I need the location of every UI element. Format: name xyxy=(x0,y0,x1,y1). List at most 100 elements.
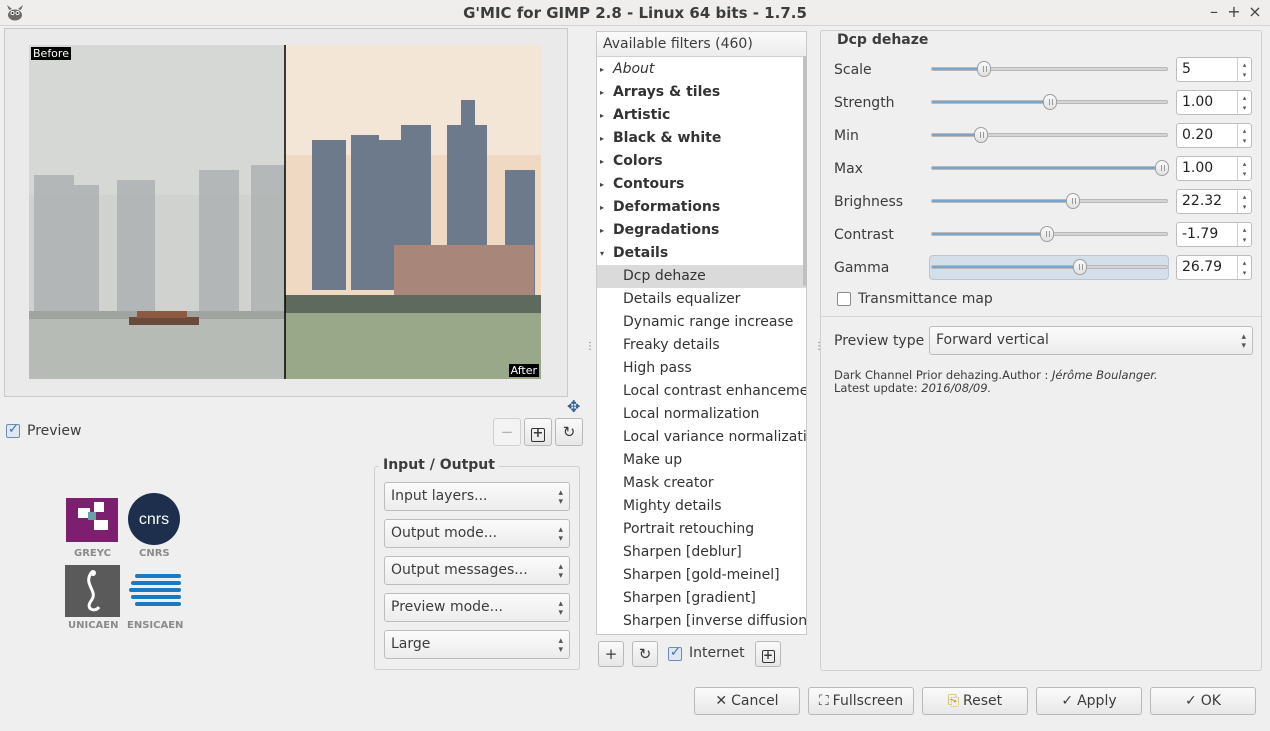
param-slider[interactable] xyxy=(931,61,1168,77)
preview-type-combo[interactable]: Forward vertical ▴ ▾ xyxy=(929,326,1253,355)
filter-category[interactable]: ▸ Contours xyxy=(597,173,806,196)
output-mode-combo[interactable]: Output mode... ▴ ▾ xyxy=(384,519,570,548)
preview-image[interactable]: Before After xyxy=(29,45,541,379)
param-spinbox[interactable]: 1.00 ▴ ▾ xyxy=(1176,90,1252,115)
input-layers-combo[interactable]: Input layers... ▴ ▾ xyxy=(384,482,570,511)
filter-item[interactable]: High pass xyxy=(597,357,806,380)
slider-handle[interactable] xyxy=(1042,94,1057,110)
param-slider[interactable] xyxy=(931,94,1168,110)
preview-checkbox[interactable] xyxy=(6,422,20,438)
collapsed-arrow-icon[interactable]: ▸ xyxy=(600,219,604,242)
spin-arrows-icon[interactable]: ▴ ▾ xyxy=(1237,58,1251,81)
param-label: Brighness xyxy=(834,194,904,210)
add-favorite-button[interactable]: + xyxy=(598,641,624,667)
filter-category[interactable]: ▸ Black & white xyxy=(597,127,806,150)
transmittance-map-checkbox[interactable] xyxy=(837,292,851,306)
filter-tree-scrollbar[interactable] xyxy=(803,56,807,286)
preview-size-combo[interactable]: Large ▴ ▾ xyxy=(384,630,570,659)
filter-tree[interactable]: Available filters (460) ▸ About ▸ Arrays & … xyxy=(596,31,807,635)
param-slider[interactable] xyxy=(931,127,1168,143)
spin-arrows-icon[interactable]: ▴ ▾ xyxy=(1237,157,1251,180)
collapsed-arrow-icon[interactable]: ▸ xyxy=(600,58,604,81)
slider-handle[interactable] xyxy=(1040,226,1055,242)
spin-arrows-icon[interactable]: ▴ ▾ xyxy=(1237,223,1251,246)
apply-button[interactable]: ✓ Apply xyxy=(1036,687,1142,715)
internet-checkbox[interactable] xyxy=(668,645,682,661)
param-spinbox[interactable]: 22.32 ▴ ▾ xyxy=(1176,189,1252,214)
param-spinbox[interactable]: 5 ▴ ▾ xyxy=(1176,57,1252,82)
param-spinbox[interactable]: 26.79 ▴ ▾ xyxy=(1176,255,1252,280)
left-splitter-handle[interactable]: ⋮ xyxy=(585,342,595,352)
ok-button[interactable]: ✓ OK xyxy=(1150,687,1256,715)
zoom-fit-button[interactable]: + xyxy=(524,418,552,446)
move-cross-icon[interactable]: ✥ xyxy=(567,397,580,416)
filter-item[interactable]: Mask creator xyxy=(597,472,806,495)
filter-item[interactable]: Sharpen [gold-meinel] xyxy=(597,564,806,587)
slider-handle[interactable] xyxy=(974,127,989,143)
filter-label: Arrays & tiles xyxy=(613,84,721,100)
collapsed-arrow-icon[interactable]: ▸ xyxy=(600,127,604,150)
output-messages-combo[interactable]: Output messages... ▴ ▾ xyxy=(384,556,570,585)
filter-label: Dynamic range increase xyxy=(623,314,794,330)
filter-item[interactable]: Local contrast enhancement xyxy=(597,380,806,403)
filter-category[interactable]: ▸ Degradations xyxy=(597,219,806,242)
param-spinbox[interactable]: 1.00 ▴ ▾ xyxy=(1176,156,1252,181)
spin-arrows-icon[interactable]: ▴ ▾ xyxy=(1237,256,1251,279)
param-slider[interactable] xyxy=(931,259,1168,275)
filter-item[interactable]: Local normalization xyxy=(597,403,806,426)
spin-arrows-icon[interactable]: ▴ ▾ xyxy=(1237,91,1251,114)
filter-item[interactable]: Sharpen [gradient] xyxy=(597,587,806,610)
param-spinbox[interactable]: -1.79 ▴ ▾ xyxy=(1176,222,1252,247)
filter-category[interactable]: ▸ Artistic xyxy=(597,104,806,127)
filter-item[interactable]: Freaky details xyxy=(597,334,806,357)
combo-label: Input layers... xyxy=(391,488,488,504)
slider-handle[interactable] xyxy=(1073,259,1088,275)
collapsed-arrow-icon[interactable]: ▸ xyxy=(600,173,604,196)
collapsed-arrow-icon[interactable]: ▸ xyxy=(600,196,604,219)
filter-category[interactable]: ▸ Arrays & tiles xyxy=(597,81,806,104)
filter-label: About xyxy=(613,61,655,77)
filter-item[interactable]: Local variance normalization xyxy=(597,426,806,449)
cancel-button[interactable]: ✕ Cancel xyxy=(694,687,800,715)
close-button[interactable]: × xyxy=(1245,2,1265,22)
minimize-button[interactable]: – xyxy=(1204,2,1224,22)
filter-item[interactable]: Portrait retouching xyxy=(597,518,806,541)
param-slider[interactable] xyxy=(931,193,1168,209)
reset-button[interactable]: ⎘ Reset xyxy=(922,687,1028,715)
filter-item[interactable]: Dcp dehaze xyxy=(597,265,806,288)
param-slider[interactable] xyxy=(931,160,1170,176)
filter-item[interactable]: Sharpen [inverse diffusion] xyxy=(597,610,806,633)
filter-item[interactable]: Dynamic range increase xyxy=(597,311,806,334)
slider-handle[interactable] xyxy=(976,61,991,77)
params-divider xyxy=(821,316,1261,317)
spinbox-value: 1.00 xyxy=(1182,94,1214,110)
maximize-button[interactable]: + xyxy=(1224,2,1244,22)
combo-arrows-icon: ▴ ▾ xyxy=(558,636,563,655)
filter-category[interactable]: ▸ Deformations xyxy=(597,196,806,219)
spin-arrows-icon[interactable]: ▴ ▾ xyxy=(1237,190,1251,213)
slider-fill xyxy=(932,68,984,70)
expand-all-button[interactable]: + xyxy=(755,641,781,667)
filter-category[interactable]: ▸ About xyxy=(597,58,806,81)
ok-label: OK xyxy=(1200,693,1221,709)
collapsed-arrow-icon[interactable]: ▸ xyxy=(600,150,604,173)
param-spinbox[interactable]: 0.20 ▴ ▾ xyxy=(1176,123,1252,148)
filter-item[interactable]: Sharpen [deblur] xyxy=(597,541,806,564)
filter-item[interactable]: Make up xyxy=(597,449,806,472)
collapsed-arrow-icon[interactable]: ▸ xyxy=(600,81,604,104)
collapsed-arrow-icon[interactable]: ▸ xyxy=(600,104,604,127)
preview-mode-combo[interactable]: Preview mode... ▴ ▾ xyxy=(384,593,570,622)
filter-item[interactable]: Details equalizer xyxy=(597,288,806,311)
filter-item[interactable]: Mighty details xyxy=(597,495,806,518)
filter-category[interactable]: ▸ Colors xyxy=(597,150,806,173)
spin-arrows-icon[interactable]: ▴ ▾ xyxy=(1237,124,1251,147)
refresh-filters-button[interactable]: ↻ xyxy=(632,641,658,667)
zoom-out-button[interactable]: − xyxy=(493,418,521,446)
param-slider[interactable] xyxy=(931,226,1168,242)
slider-handle[interactable] xyxy=(1066,193,1080,209)
filter-category[interactable]: ▾ Details xyxy=(597,242,806,265)
refresh-preview-button[interactable]: ↻ xyxy=(555,418,583,446)
fullscreen-button[interactable]: ⛶ Fullscreen xyxy=(808,687,914,715)
expanded-arrow-icon[interactable]: ▾ xyxy=(600,242,604,265)
slider-handle[interactable] xyxy=(1155,160,1170,176)
